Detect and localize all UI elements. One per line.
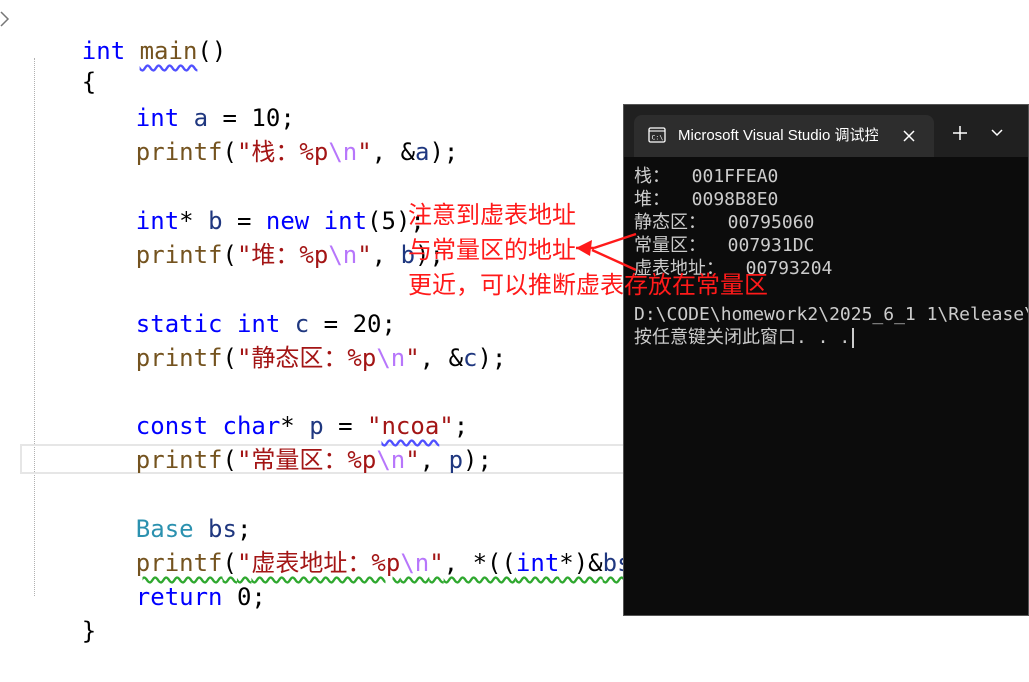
terminal-icon: C:\	[648, 127, 666, 143]
number: 0	[236, 583, 252, 611]
code-line-return[interactable]: return 0;	[24, 546, 266, 611]
variable: c	[463, 344, 478, 372]
code-line-const-p[interactable]: const char* p = "ncoa";	[24, 375, 468, 440]
string-quote: "	[357, 241, 372, 269]
string-quote: "	[236, 241, 252, 269]
text-cursor	[852, 328, 855, 348]
function-name: printf	[135, 138, 223, 166]
function-name: printf	[135, 241, 223, 269]
operator: *)&	[559, 549, 603, 577]
keyword: int	[515, 549, 560, 577]
punctuation: ,	[371, 241, 401, 269]
close-icon[interactable]	[898, 125, 920, 147]
debug-console-window[interactable]: C:\ Microsoft Visual Studio 调试控制台 栈： 001…	[623, 104, 1029, 616]
escape-sequence: \n	[328, 241, 358, 269]
punctuation: );	[429, 138, 459, 166]
string-quote: "	[429, 549, 444, 577]
punctuation: }	[81, 617, 97, 645]
punctuation: (	[222, 241, 237, 269]
variable: p	[448, 446, 464, 474]
string-quote: "	[236, 446, 252, 474]
escape-sequence: \n	[376, 344, 406, 372]
string-literal: 堆：%p	[251, 241, 329, 269]
string-quote: "	[357, 138, 372, 166]
punctuation: );	[477, 344, 507, 372]
plus-icon[interactable]	[950, 123, 970, 143]
variable: a	[415, 138, 430, 166]
punctuation: ,	[371, 138, 401, 166]
punctuation: , *((	[443, 549, 516, 577]
escape-sequence: \n	[376, 446, 406, 474]
console-tab-title: Microsoft Visual Studio 调试控制台	[678, 127, 878, 144]
code-line-main[interactable]: int main()	[24, 0, 227, 65]
string-literal: 虚表地址：%p	[251, 549, 401, 577]
output-line-prompt: 按任意键关闭此窗口. . .	[634, 326, 1028, 349]
keyword: return	[135, 583, 223, 611]
code-line-int-b[interactable]: int* b = new int(5);	[24, 170, 425, 235]
chevron-down-icon[interactable]	[990, 127, 1004, 139]
svg-text:C:\: C:\	[652, 134, 664, 142]
function-name: printf	[135, 446, 223, 474]
string-literal: 栈：%p	[251, 138, 329, 166]
punctuation: ()	[197, 37, 227, 65]
function-name: printf	[135, 344, 223, 372]
punctuation: );	[463, 446, 492, 474]
code-line-close-brace[interactable]: }	[24, 580, 96, 645]
annotation-arrow-icon	[576, 232, 637, 272]
punctuation: (	[222, 344, 237, 372]
code-line-printf-static[interactable]: printf("静态区：%p\n", &c);	[24, 307, 507, 372]
punctuation: ,	[419, 446, 449, 474]
prompt-text: 按任意键关闭此窗口. . .	[634, 327, 851, 348]
code-line-printf-const[interactable]: printf("常量区：%p\n", p);	[24, 409, 492, 474]
console-tab[interactable]: C:\ Microsoft Visual Studio 调试控制台	[634, 115, 934, 157]
console-titlebar[interactable]: C:\ Microsoft Visual Studio 调试控制台	[624, 105, 1028, 157]
string-quote: "	[236, 344, 252, 372]
code-line-base-bs[interactable]: Base bs;	[24, 478, 252, 543]
code-line-static-c[interactable]: static int c = 20;	[24, 273, 396, 338]
string-quote: "	[236, 138, 252, 166]
string-quote: "	[405, 446, 420, 474]
code-line-printf-vtable[interactable]: printf("虚表地址：%p\n", *((int*)&bs));	[24, 512, 675, 577]
code-line-int-a[interactable]: int a = 10;	[24, 67, 295, 132]
code-line-open-brace[interactable]: {	[24, 31, 96, 96]
escape-sequence: \n	[400, 549, 430, 577]
string-quote: "	[405, 344, 420, 372]
output-line: 栈： 001FFEA0	[634, 166, 779, 187]
punctuation: ,	[419, 344, 449, 372]
escape-sequence: \n	[328, 138, 358, 166]
code-line-printf-stack[interactable]: printf("栈：%p\n", &a);	[24, 101, 459, 166]
collapse-chevron-icon[interactable]	[0, 10, 10, 28]
string-literal: 常量区：%p	[251, 446, 377, 474]
punctuation: ;	[251, 583, 266, 611]
punctuation: (	[222, 446, 237, 474]
string-literal: 静态区：%p	[251, 344, 377, 372]
operator: &	[448, 344, 464, 372]
code-line-printf-heap[interactable]: printf("堆：%p\n", b);	[24, 204, 444, 269]
operator: &	[400, 138, 416, 166]
punctuation: (	[222, 138, 237, 166]
function-name: main	[139, 37, 198, 65]
output-line: D:\CODE\homework2\2025_6_1 1\Release\202…	[634, 304, 1028, 325]
